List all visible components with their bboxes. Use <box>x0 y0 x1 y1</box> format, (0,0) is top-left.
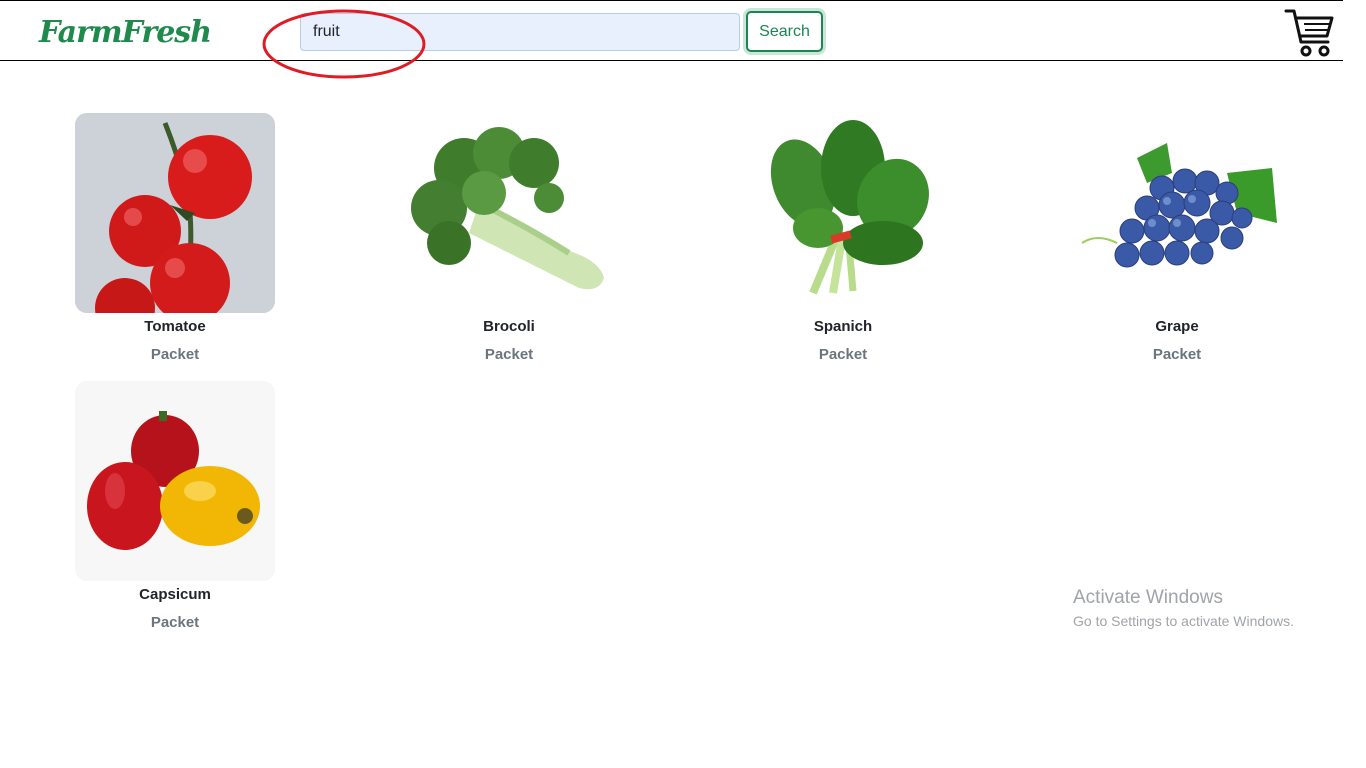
watermark-subtitle: Go to Settings to activate Windows. <box>1073 613 1294 629</box>
tomato-image[interactable] <box>75 113 275 313</box>
product-name[interactable]: Brocoli <box>379 317 639 337</box>
windows-activation-watermark: Activate Windows Go to Settings to activ… <box>1073 587 1294 630</box>
product-card[interactable]: Tomatoe Packet <box>45 113 305 365</box>
product-unit: Packet <box>150 346 200 363</box>
product-name[interactable]: Capsicum <box>45 585 305 605</box>
product-name[interactable]: Spanich <box>713 317 973 337</box>
capsicum-image[interactable] <box>75 381 275 581</box>
product-card[interactable]: Capsicum Packet <box>45 381 305 633</box>
product-card[interactable]: Brocoli Packet <box>379 113 639 365</box>
product-unit: Packet <box>818 346 868 363</box>
product-unit: Packet <box>1152 346 1202 363</box>
broccoli-image[interactable] <box>409 113 609 313</box>
product-card[interactable]: Grape Packet <box>1047 113 1307 365</box>
product-card[interactable]: Spanich Packet <box>713 113 973 365</box>
product-unit: Packet <box>484 346 534 363</box>
watermark-title: Activate Windows <box>1073 587 1223 608</box>
product-name[interactable]: Grape <box>1047 317 1307 337</box>
product-name[interactable]: Tomatoe <box>45 317 305 337</box>
product-grid: Tomatoe Packet Brocoli Packet Spanich Pa… <box>0 0 1366 768</box>
spinach-image[interactable] <box>743 113 943 313</box>
product-unit: Packet <box>150 614 200 631</box>
grape-image[interactable] <box>1077 113 1277 313</box>
